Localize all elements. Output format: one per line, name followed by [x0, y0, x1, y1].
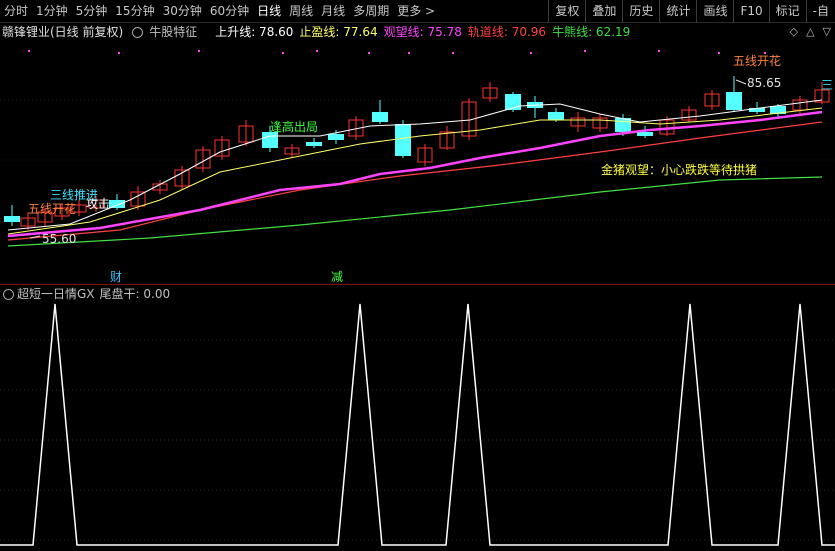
period-tab[interactable]: 分时 [0, 0, 32, 22]
stock-title: 赣锋锂业(日线 前复权) [2, 24, 124, 39]
cai-marker: 财 [110, 270, 123, 284]
tool-buttons: 复权 叠加 历史 统计 画线 F10 标记 -自 [548, 0, 835, 22]
tool-button[interactable]: 历史 [622, 0, 659, 22]
tool-button[interactable]: -自 [805, 0, 835, 22]
signal-spike-line [0, 303, 835, 546]
triangle-up-icon[interactable]: △ [806, 25, 814, 38]
attack-signal: 攻击 [86, 197, 111, 211]
five-line-signal-top: 五线开花 [733, 54, 782, 68]
candle-body [726, 92, 742, 110]
sub-indicator-svg [0, 303, 835, 546]
signal-dot [452, 52, 454, 54]
signal-dot [118, 52, 120, 54]
period-tab[interactable]: 5分钟 [72, 0, 112, 22]
line-value: 上升线: 78.60 [215, 24, 294, 39]
signal-dot [282, 52, 284, 54]
sub-indicator-toggle-icon[interactable] [3, 289, 14, 300]
signal-dot [718, 52, 720, 54]
low-price-label: 55.60 [42, 232, 77, 246]
sub-indicator-chart[interactable] [0, 302, 835, 548]
breakout-signal: 逢高出局 [270, 120, 319, 134]
candle-body [548, 112, 564, 120]
triangle-down-icon[interactable]: ▽ [823, 25, 831, 38]
period-tab[interactable]: 月线 [317, 0, 349, 22]
tool-button[interactable]: 标记 [768, 0, 806, 22]
line-value: 止盈线: 77.64 [299, 24, 378, 39]
tool-button[interactable]: F10 [733, 0, 768, 22]
line-value: 观望线: 75.78 [383, 24, 462, 39]
candle-body [328, 134, 344, 140]
period-toolbar: 分时 1分钟 5分钟 15分钟 30分钟 60分钟 日线 周线 月线 多周期 更多 > 复权 叠加 历史… [0, 0, 835, 23]
tool-button[interactable]: 统计 [659, 0, 696, 22]
period-tab[interactable]: 60分钟 [206, 0, 253, 22]
diamond-icon[interactable]: ◇ [790, 25, 798, 38]
candle-body [372, 112, 388, 122]
candle-body [4, 216, 20, 222]
signal-dot [316, 50, 318, 52]
period-tab[interactable]: 1分钟 [32, 0, 72, 22]
tool-button[interactable]: 叠加 [585, 0, 622, 22]
signal-dot [658, 50, 660, 52]
line-value: 轨道线: 70.96 [467, 24, 547, 39]
period-tab[interactable]: 日线 [253, 0, 285, 22]
jian-marker: 减 [331, 270, 344, 284]
sub-indicator-value: 尾盘干: 0.00 [99, 287, 171, 301]
high-price-label: 85.65 [747, 76, 782, 90]
signal-dot [584, 50, 586, 52]
period-tabs: 分时 1分钟 5分钟 15分钟 30分钟 60分钟 日线 周线 月线 多周期 更多 > [0, 0, 439, 22]
candle-body [109, 200, 125, 208]
period-tab[interactable]: 更多 > [393, 0, 439, 22]
line-values: 上升线: 78.60 止盈线: 77.64 观望线: 75.78 轨道线: 70.96… [215, 23, 636, 40]
signal-dot [408, 52, 410, 54]
signal-dot [530, 52, 532, 54]
signal-dot [28, 50, 30, 52]
tool-button[interactable]: 复权 [548, 0, 585, 22]
sub-indicator-name[interactable]: 超短一日情GX [17, 285, 95, 302]
gold-pig-signal: 金猪观望：小心跌跌等待拱猪 [601, 163, 758, 177]
candle-body [306, 142, 322, 146]
bull-bear-line [7, 176, 823, 247]
high-arrow-icon [735, 79, 747, 85]
signal-dot [198, 50, 200, 52]
indicator-name[interactable]: 牛股特征 [149, 23, 197, 40]
period-tab[interactable]: 周线 [285, 0, 317, 22]
candle-body [395, 124, 411, 156]
indicator-toggle-icon[interactable] [132, 26, 144, 38]
sub-indicator-info: 超短一日情GX 尾盘干: 0.00 [0, 285, 835, 302]
period-tab[interactable]: 30分钟 [159, 0, 206, 22]
three-right-signal: 三 [821, 78, 834, 92]
tool-button[interactable]: 画线 [696, 0, 733, 22]
candle-body [637, 132, 653, 136]
period-tab[interactable]: 15分钟 [111, 0, 158, 22]
line-value: 牛熊线: 62.19 [552, 24, 631, 39]
period-tab[interactable]: 多周期 [349, 0, 393, 22]
signal-dot [368, 52, 370, 54]
kline-chart[interactable]: 85.65 55.60 五线开花 五线开花 三线推进 攻击 逢高出局 金猪观望：… [0, 40, 835, 284]
panel-icons: ◇ △ ▽ [782, 22, 831, 40]
indicator-info-bar: 赣锋锂业(日线 前复权) 牛股特征 上升线: 78.60 止盈线: 77.64 观望… [0, 22, 835, 40]
